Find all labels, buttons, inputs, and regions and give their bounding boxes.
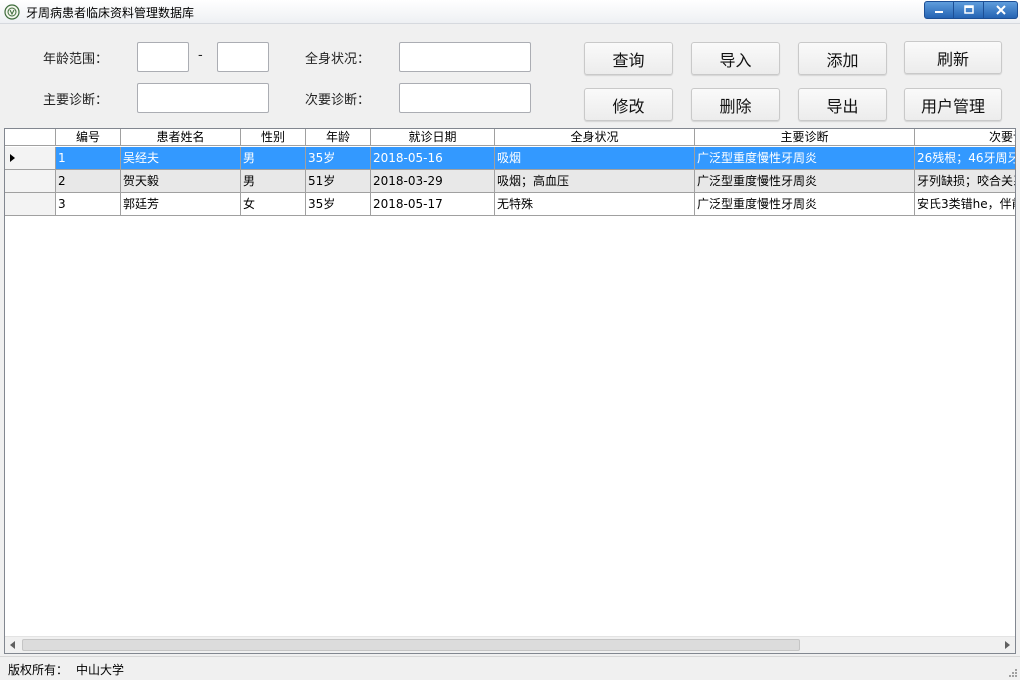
add-button[interactable]: 添加 — [798, 42, 887, 75]
close-icon — [995, 5, 1006, 15]
minimize-icon — [935, 11, 943, 13]
cell-secondary-diagnosis[interactable]: 安氏3类错he，伴前牙开合 — [915, 193, 1015, 216]
cell-gender[interactable]: 女 — [241, 193, 306, 216]
general-status-input[interactable] — [399, 42, 531, 72]
cell-name[interactable]: 贺天毅 — [121, 170, 241, 193]
copyright-owner: 中山大学 — [76, 663, 125, 677]
current-row-arrow-icon — [10, 154, 15, 162]
maximize-icon — [963, 5, 974, 14]
column-header-id[interactable]: 编号 — [56, 129, 121, 146]
row-header-corner — [5, 129, 56, 146]
title-bar: 牙周病患者临床资料管理数据库 — [0, 0, 1020, 24]
query-button[interactable]: 查询 — [584, 42, 673, 75]
cell-general-status[interactable]: 吸烟 — [495, 147, 695, 170]
scroll-right-icon[interactable] — [1005, 641, 1010, 649]
table-row[interactable]: 3 郭廷芳 女 35岁 2018-05-17 无特殊 广泛型重度慢性牙周炎 安氏… — [5, 193, 1015, 216]
secondary-diagnosis-input[interactable] — [399, 83, 531, 113]
minimize-button[interactable] — [924, 1, 954, 19]
cell-secondary-diagnosis[interactable]: 26残根；46牙周牙髓联合病变 — [915, 147, 1015, 170]
cell-visit-date[interactable]: 2018-05-16 — [371, 147, 495, 170]
secondary-diagnosis-label: 次要诊断： — [305, 93, 371, 108]
delete-button[interactable]: 删除 — [691, 88, 780, 121]
window-title: 牙周病患者临床资料管理数据库 — [26, 6, 195, 20]
primary-diagnosis-label: 主要诊断： — [43, 93, 109, 108]
cell-gender[interactable]: 男 — [241, 170, 306, 193]
table-row[interactable]: 2 贺天毅 男 51岁 2018-03-29 吸烟；高血压 广泛型重度慢性牙周炎… — [5, 170, 1015, 193]
column-header-primary-diagnosis[interactable]: 主要诊断 — [695, 129, 915, 146]
cell-gender[interactable]: 男 — [241, 147, 306, 170]
scrollbar-thumb[interactable] — [22, 639, 800, 651]
age-max-input[interactable] — [217, 42, 269, 72]
row-header[interactable] — [5, 170, 56, 193]
cell-secondary-diagnosis[interactable]: 牙列缺损；咬合关系紊乱 — [915, 170, 1015, 193]
cell-id[interactable]: 2 — [56, 170, 121, 193]
copyright-label: 版权所有： — [8, 663, 69, 677]
column-header-age[interactable]: 年龄 — [306, 129, 371, 146]
close-button[interactable] — [984, 1, 1018, 19]
column-header-name[interactable]: 患者姓名 — [121, 129, 241, 146]
scroll-left-icon[interactable] — [10, 641, 15, 649]
cell-general-status[interactable]: 无特殊 — [495, 193, 695, 216]
cell-age[interactable]: 35岁 — [306, 193, 371, 216]
age-range-label: 年龄范围： — [43, 52, 109, 67]
age-range-separator: - — [198, 48, 203, 63]
modify-button[interactable]: 修改 — [584, 88, 673, 121]
column-header-visit-date[interactable]: 就诊日期 — [371, 129, 495, 146]
cell-primary-diagnosis[interactable]: 广泛型重度慢性牙周炎 — [695, 170, 915, 193]
user-management-button[interactable]: 用户管理 — [904, 88, 1002, 121]
cell-primary-diagnosis[interactable]: 广泛型重度慢性牙周炎 — [695, 147, 915, 170]
grid-header: 编号 患者姓名 性别 年龄 就诊日期 全身状况 主要诊断 次要诊 — [5, 129, 1015, 146]
window-controls — [924, 1, 1018, 19]
export-button[interactable]: 导出 — [798, 88, 887, 121]
cell-visit-date[interactable]: 2018-05-17 — [371, 193, 495, 216]
row-header[interactable] — [5, 193, 56, 216]
cell-primary-diagnosis[interactable]: 广泛型重度慢性牙周炎 — [695, 193, 915, 216]
row-header[interactable] — [5, 147, 56, 170]
column-header-general-status[interactable]: 全身状况 — [495, 129, 695, 146]
cell-id[interactable]: 3 — [56, 193, 121, 216]
cell-name[interactable]: 吴经夫 — [121, 147, 241, 170]
cell-age[interactable]: 35岁 — [306, 147, 371, 170]
app-logo-icon — [4, 4, 20, 20]
column-header-gender[interactable]: 性别 — [241, 129, 306, 146]
general-status-label: 全身状况： — [305, 52, 371, 67]
refresh-button[interactable]: 刷新 — [904, 41, 1002, 74]
cell-name[interactable]: 郭廷芳 — [121, 193, 241, 216]
cell-general-status[interactable]: 吸烟；高血压 — [495, 170, 695, 193]
status-bar: 版权所有： 中山大学 — [0, 656, 1020, 680]
maximize-button[interactable] — [954, 1, 984, 19]
cell-visit-date[interactable]: 2018-03-29 — [371, 170, 495, 193]
column-header-secondary-diagnosis[interactable]: 次要诊 — [915, 129, 1015, 146]
horizontal-scrollbar[interactable] — [5, 636, 1015, 653]
patient-data-grid[interactable]: 编号 患者姓名 性别 年龄 就诊日期 全身状况 主要诊断 次要诊 1 吴经夫 男… — [4, 128, 1016, 654]
age-min-input[interactable] — [137, 42, 189, 72]
resize-grip-icon[interactable] — [1007, 667, 1017, 677]
primary-diagnosis-input[interactable] — [137, 83, 269, 113]
import-button[interactable]: 导入 — [691, 42, 780, 75]
cell-id[interactable]: 1 — [56, 147, 121, 170]
cell-age[interactable]: 51岁 — [306, 170, 371, 193]
table-row[interactable]: 1 吴经夫 男 35岁 2018-05-16 吸烟 广泛型重度慢性牙周炎 26残… — [5, 147, 1015, 170]
